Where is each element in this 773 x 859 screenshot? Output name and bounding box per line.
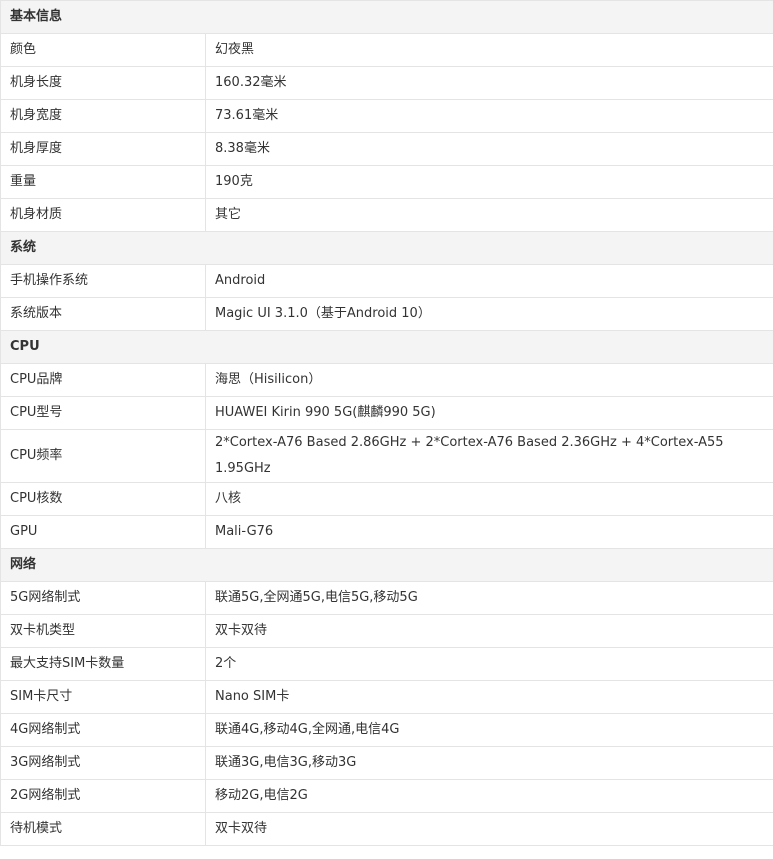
spec-row-os: 手机操作系统 Android [0,264,773,298]
spec-value: 幻夜黑 [204,33,773,67]
spec-value: Magic UI 3.1.0（基于Android 10） [204,297,773,331]
section-header-basic-info: 基本信息 [0,0,773,34]
spec-row-2g-network: 2G网络制式 移动2G,电信2G [0,779,773,813]
section-title: 网络 [0,548,773,582]
spec-label: 5G网络制式 [0,581,206,615]
spec-label: 系统版本 [0,297,206,331]
spec-value: HUAWEI Kirin 990 5G(麒麟990 5G) [204,396,773,430]
spec-label: CPU品牌 [0,363,206,397]
spec-value: Mali-G76 [204,515,773,549]
spec-value: 移动2G,电信2G [204,779,773,813]
spec-value: Nano SIM卡 [204,680,773,714]
spec-table: 基本信息 颜色 幻夜黑 机身长度 160.32毫米 机身宽度 73.61毫米 机… [0,0,773,846]
spec-label: CPU型号 [0,396,206,430]
spec-value: 160.32毫米 [204,66,773,100]
spec-label: SIM卡尺寸 [0,680,206,714]
section-header-cpu: CPU [0,330,773,364]
spec-value: 联通5G,全网通5G,电信5G,移动5G [204,581,773,615]
spec-label: 2G网络制式 [0,779,206,813]
spec-label: 颜色 [0,33,206,67]
spec-row-cpu-cores: CPU核数 八核 [0,482,773,516]
spec-row-cpu-brand: CPU品牌 海思（Hisilicon） [0,363,773,397]
spec-value: 73.61毫米 [204,99,773,133]
spec-label: GPU [0,515,206,549]
spec-row-4g-network: 4G网络制式 联通4G,移动4G,全网通,电信4G [0,713,773,747]
spec-row-cpu-model: CPU型号 HUAWEI Kirin 990 5G(麒麟990 5G) [0,396,773,430]
section-header-system: 系统 [0,231,773,265]
spec-label: 手机操作系统 [0,264,206,298]
spec-row-cpu-frequency: CPU频率 2*Cortex-A76 Based 2.86GHz + 2*Cor… [0,429,773,483]
spec-row-os-version: 系统版本 Magic UI 3.1.0（基于Android 10） [0,297,773,331]
spec-label: 待机模式 [0,812,206,846]
spec-label: 机身材质 [0,198,206,232]
spec-value: 190克 [204,165,773,199]
spec-label: 4G网络制式 [0,713,206,747]
spec-value: 2*Cortex-A76 Based 2.86GHz + 2*Cortex-A7… [204,429,773,483]
spec-value: 海思（Hisilicon） [204,363,773,397]
spec-value: 八核 [204,482,773,516]
spec-label: CPU频率 [0,429,206,483]
spec-row-gpu: GPU Mali-G76 [0,515,773,549]
spec-value: 联通4G,移动4G,全网通,电信4G [204,713,773,747]
spec-label: 3G网络制式 [0,746,206,780]
spec-row-thickness: 机身厚度 8.38毫米 [0,132,773,166]
spec-row-3g-network: 3G网络制式 联通3G,电信3G,移动3G [0,746,773,780]
spec-row-dual-sim-type: 双卡机类型 双卡双待 [0,614,773,648]
spec-label: 机身长度 [0,66,206,100]
spec-row-length: 机身长度 160.32毫米 [0,66,773,100]
section-title: 基本信息 [0,0,773,34]
spec-label: CPU核数 [0,482,206,516]
spec-value: Android [204,264,773,298]
spec-value: 双卡双待 [204,812,773,846]
spec-value: 双卡双待 [204,614,773,648]
section-title: 系统 [0,231,773,265]
spec-label: 双卡机类型 [0,614,206,648]
spec-value: 联通3G,电信3G,移动3G [204,746,773,780]
spec-label: 机身宽度 [0,99,206,133]
spec-row-material: 机身材质 其它 [0,198,773,232]
spec-row-color: 颜色 幻夜黑 [0,33,773,67]
spec-label: 重量 [0,165,206,199]
spec-row-5g-network: 5G网络制式 联通5G,全网通5G,电信5G,移动5G [0,581,773,615]
spec-value: 2个 [204,647,773,681]
spec-row-sim-size: SIM卡尺寸 Nano SIM卡 [0,680,773,714]
spec-row-width: 机身宽度 73.61毫米 [0,99,773,133]
spec-row-max-sim-count: 最大支持SIM卡数量 2个 [0,647,773,681]
section-header-network: 网络 [0,548,773,582]
spec-row-standby-mode: 待机模式 双卡双待 [0,812,773,846]
spec-value: 其它 [204,198,773,232]
spec-label: 机身厚度 [0,132,206,166]
spec-value: 8.38毫米 [204,132,773,166]
section-title: CPU [0,330,773,364]
spec-row-weight: 重量 190克 [0,165,773,199]
spec-label: 最大支持SIM卡数量 [0,647,206,681]
